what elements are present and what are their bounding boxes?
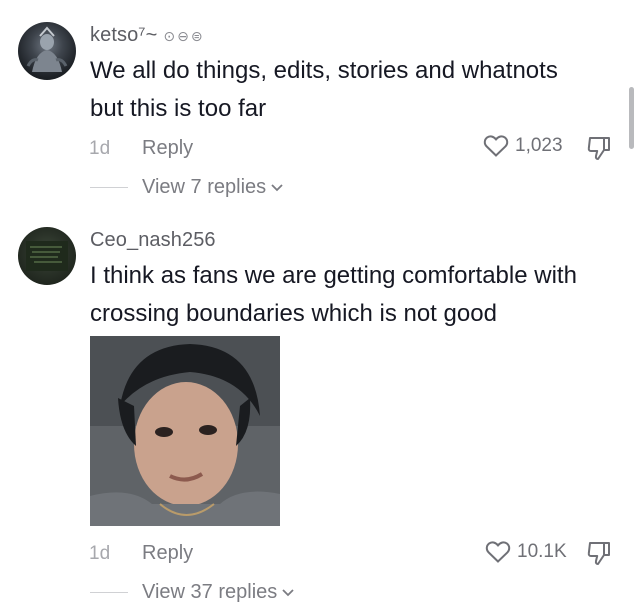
view-replies-row[interactable]: View 37 replies [90, 581, 295, 604]
thumbs-down-icon [587, 542, 610, 565]
photo-image [90, 336, 280, 526]
reply-button[interactable]: Reply [142, 542, 193, 565]
view-replies-link[interactable]: View 37 replies [142, 581, 277, 604]
comment-photo[interactable] [90, 336, 280, 526]
like-count: 10.1K [517, 541, 567, 562]
divider-line [90, 592, 128, 593]
username-text[interactable]: Ceo_nash256 [90, 229, 216, 251]
like-button[interactable]: 10.1K [485, 540, 567, 564]
comment-text-line: crossing boundaries which is not good [90, 300, 497, 327]
comment-text-line: I think as fans we are getting comfortab… [90, 262, 577, 289]
dislike-button[interactable] [585, 539, 613, 572]
chevron-down-icon [282, 588, 294, 596]
comment-item: Ceo_nash256 I think as fans we are getti… [0, 0, 640, 612]
username[interactable]: Ceo_nash256 [90, 229, 216, 252]
heart-icon [485, 541, 511, 563]
comment-text: I think as fans we are getting comfortab… [90, 257, 610, 333]
avatar-green-screen-icon [26, 241, 68, 271]
timestamp: 1d [89, 543, 111, 564]
avatar[interactable] [18, 227, 76, 285]
